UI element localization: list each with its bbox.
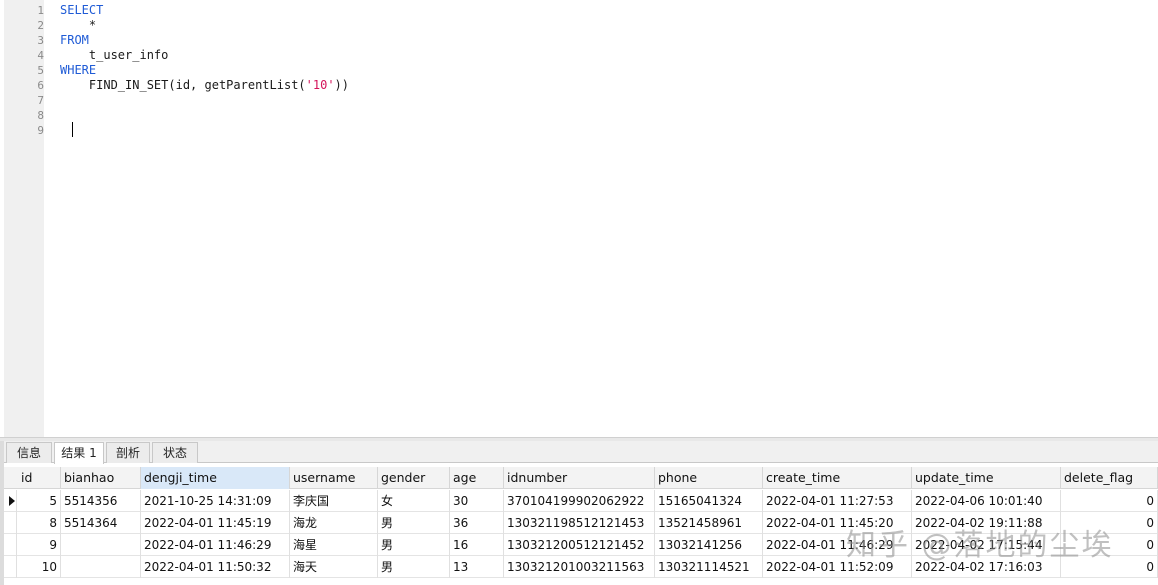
cell-age[interactable]: 30 <box>450 490 504 512</box>
cell-dengji-time[interactable]: 2022-04-01 11:50:32 <box>141 556 290 578</box>
cell-username[interactable]: 海天 <box>290 556 378 578</box>
cell-idnumber[interactable]: 130321200512121452 <box>504 534 655 556</box>
current-row-arrow-icon <box>9 496 15 506</box>
table-row[interactable]: 5 5514356 2021-10-25 14:31:09 李庆国 女 30 3… <box>4 490 1158 512</box>
line-number: 2 <box>37 19 44 32</box>
line-number: 5 <box>37 64 44 77</box>
cell-bianhao[interactable] <box>61 556 141 578</box>
cell-idnumber[interactable]: 370104199902062922 <box>504 490 655 512</box>
cell-age[interactable]: 13 <box>450 556 504 578</box>
tab-profile[interactable]: 剖析 <box>106 442 150 463</box>
cell-idnumber[interactable]: 130321201003211563 <box>504 556 655 578</box>
cell-create-time[interactable]: 2022-04-01 11:27:53 <box>763 490 912 512</box>
code-text: t_user_info <box>60 48 169 62</box>
cell-idnumber[interactable]: 130321198512121453 <box>504 512 655 534</box>
result-grid[interactable]: id bianhao dengji_time username gender a… <box>4 465 1158 585</box>
string-literal: '10' <box>305 78 335 92</box>
cell-update-time[interactable]: 2022-04-02 17:15:44 <box>912 534 1061 556</box>
cell-delete-flag[interactable]: 0 <box>1061 556 1158 578</box>
cell-username[interactable]: 海龙 <box>290 512 378 534</box>
text-caret <box>72 122 73 137</box>
cell-bianhao[interactable]: 5514364 <box>61 512 141 534</box>
row-selector[interactable] <box>4 556 17 578</box>
row-selector[interactable] <box>4 512 17 534</box>
cell-gender[interactable]: 女 <box>378 490 450 512</box>
cell-phone[interactable]: 13521458961 <box>655 512 763 534</box>
column-header-phone[interactable]: phone <box>655 467 763 489</box>
cell-bianhao[interactable]: 5514356 <box>61 490 141 512</box>
code-line-2: * <box>60 18 96 33</box>
code-line-1: SELECT <box>60 3 103 18</box>
column-header-id[interactable]: id <box>18 467 61 489</box>
row-selector[interactable] <box>4 534 17 556</box>
line-number: 1 <box>37 4 44 17</box>
column-header-delete-flag[interactable]: delete_flag <box>1061 467 1158 489</box>
cell-delete-flag[interactable]: 0 <box>1061 512 1158 534</box>
cell-delete-flag[interactable]: 0 <box>1061 490 1158 512</box>
keyword-where: WHERE <box>60 63 97 77</box>
column-header-idnumber[interactable]: idnumber <box>504 467 655 489</box>
cell-gender[interactable]: 男 <box>378 534 450 556</box>
code-line-5: WHERE <box>60 63 96 78</box>
cell-username[interactable]: 海星 <box>290 534 378 556</box>
column-header-update-time[interactable]: update_time <box>912 467 1061 489</box>
table-row[interactable]: 9 2022-04-01 11:46:29 海星 男 16 1303212005… <box>4 534 1158 556</box>
cell-id[interactable]: 10 <box>18 556 61 578</box>
tab-result-1[interactable]: 结果 1 <box>54 442 104 464</box>
table-row[interactable]: 8 5514364 2022-04-01 11:45:19 海龙 男 36 13… <box>4 512 1158 534</box>
code-text: * <box>60 18 97 32</box>
cell-id[interactable]: 9 <box>18 534 61 556</box>
line-number: 8 <box>37 109 44 122</box>
cell-update-time[interactable]: 2022-04-06 10:01:40 <box>912 490 1061 512</box>
cell-delete-flag[interactable]: 0 <box>1061 534 1158 556</box>
cell-bianhao[interactable] <box>61 534 141 556</box>
grid-header-row: id bianhao dengji_time username gender a… <box>4 467 1158 489</box>
result-tabbar: 信息 结果 1 剖析 状态 <box>4 441 1158 464</box>
cell-create-time[interactable]: 2022-04-01 11:46:29 <box>763 534 912 556</box>
cell-id[interactable]: 8 <box>18 512 61 534</box>
code-line-3: FROM <box>60 33 89 48</box>
cell-phone[interactable]: 130321114521 <box>655 556 763 578</box>
cell-username[interactable]: 李庆国 <box>290 490 378 512</box>
cell-gender[interactable]: 男 <box>378 512 450 534</box>
column-header-dengji-time[interactable]: dengji_time <box>141 467 290 489</box>
code-text: )) <box>334 78 349 92</box>
cell-dengji-time[interactable]: 2021-10-25 14:31:09 <box>141 490 290 512</box>
line-number: 7 <box>37 94 44 107</box>
cell-dengji-time[interactable]: 2022-04-01 11:45:19 <box>141 512 290 534</box>
row-selector[interactable] <box>4 490 17 512</box>
cell-phone[interactable]: 15165041324 <box>655 490 763 512</box>
cell-dengji-time[interactable]: 2022-04-01 11:46:29 <box>141 534 290 556</box>
line-number: 6 <box>37 79 44 92</box>
tab-info[interactable]: 信息 <box>6 442 52 463</box>
column-header-username[interactable]: username <box>290 467 378 489</box>
cell-update-time[interactable]: 2022-04-02 17:16:03 <box>912 556 1061 578</box>
cell-age[interactable]: 36 <box>450 512 504 534</box>
line-number: 9 <box>37 124 44 137</box>
line-number: 3 <box>37 34 44 47</box>
cell-create-time[interactable]: 2022-04-01 11:52:09 <box>763 556 912 578</box>
keyword-from: FROM <box>60 33 89 47</box>
table-row[interactable]: 10 2022-04-01 11:50:32 海天 男 13 130321201… <box>4 556 1158 578</box>
cell-phone[interactable]: 13032141256 <box>655 534 763 556</box>
cell-age[interactable]: 16 <box>450 534 504 556</box>
column-header-age[interactable]: age <box>450 467 504 489</box>
tab-status[interactable]: 状态 <box>152 442 198 463</box>
code-line-6: FIND_IN_SET(id, getParentList('10')) <box>60 78 349 93</box>
cell-update-time[interactable]: 2022-04-02 19:11:88 <box>912 512 1061 534</box>
column-header-gender[interactable]: gender <box>378 467 450 489</box>
cell-create-time[interactable]: 2022-04-01 11:45:20 <box>763 512 912 534</box>
sql-editor[interactable]: 1 2 3 4 5 6 7 8 9 SELECT * FROM t_user_i… <box>0 0 1158 437</box>
column-header-create-time[interactable]: create_time <box>763 467 912 489</box>
keyword-select: SELECT <box>60 3 104 17</box>
cell-id[interactable]: 5 <box>18 490 61 512</box>
code-line-4: t_user_info <box>60 48 168 63</box>
code-text: FIND_IN_SET(id, getParentList( <box>60 78 306 92</box>
cell-gender[interactable]: 男 <box>378 556 450 578</box>
line-number: 4 <box>37 49 44 62</box>
column-header-bianhao[interactable]: bianhao <box>61 467 141 489</box>
line-number-gutter: 1 2 3 4 5 6 7 8 9 <box>4 0 44 437</box>
